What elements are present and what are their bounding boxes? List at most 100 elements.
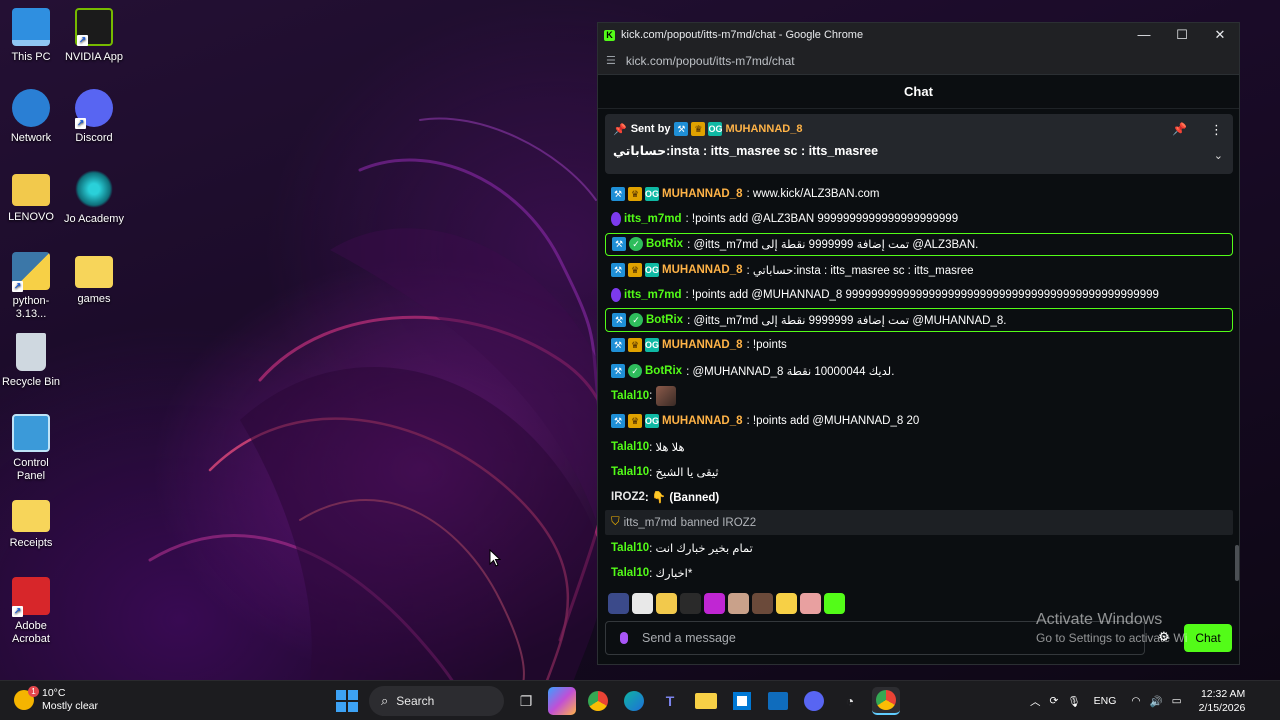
- discord-taskbar-icon[interactable]: [800, 687, 828, 715]
- weather-widget[interactable]: 1 10°C Mostly clear: [14, 686, 98, 713]
- desktop-icon-this-pc[interactable]: This PC: [0, 8, 62, 64]
- chat-message-mention[interactable]: ⚒ ✓ BotRix : @itts_m7md تمت إضافة 999999…: [605, 308, 1233, 332]
- chat-message[interactable]: Talal10 : اخبارك*: [605, 560, 1233, 585]
- chat-username[interactable]: Talal10: [611, 466, 649, 478]
- chat-scrollbar[interactable]: [1235, 545, 1239, 581]
- moderation-text: banned IROZ2: [680, 516, 757, 529]
- desktop-icon-adobe-acrobat[interactable]: ↗ Adobe Acrobat: [0, 577, 62, 646]
- wifi-icon[interactable]: ◠: [1131, 695, 1140, 707]
- chat-message[interactable]: Talal10 :: [605, 383, 1233, 408]
- volume-icon[interactable]: 🔊: [1150, 695, 1163, 708]
- moderator-badge-icon: ⚒: [612, 313, 626, 328]
- sync-icon[interactable]: ⟳: [1050, 695, 1059, 707]
- chat-username[interactable]: Talal10: [611, 390, 649, 402]
- desktop-icon-games[interactable]: games: [63, 252, 125, 306]
- chat-username[interactable]: BotRix: [645, 365, 682, 377]
- chat-message[interactable]: ⚒ ♛ OG MUHANNAD_8 : www.kick/ALZ3BAN.com: [605, 181, 1233, 206]
- chrome-icon[interactable]: [584, 687, 612, 715]
- chrome-popout-window: K kick.com/popout/itts-m7md/chat - Googl…: [597, 22, 1240, 665]
- emote-sticker-image[interactable]: [656, 386, 677, 407]
- unpin-icon[interactable]: 📌: [1172, 122, 1187, 136]
- chat-input-placeholder: Send a message: [642, 631, 736, 645]
- chat-message[interactable]: ⚒ ♛ OG MUHANNAD_8 : حساباتي:insta : itts…: [605, 257, 1233, 282]
- taskbar-search-box[interactable]: ⌕ Search: [369, 686, 504, 716]
- close-button[interactable]: ✕: [1201, 27, 1239, 43]
- emote-icon[interactable]: [608, 593, 629, 614]
- desktop-icon-receipts[interactable]: Receipts: [0, 496, 62, 550]
- url-text: kick.com/popout/itts-m7md/chat: [625, 53, 795, 68]
- chat-username[interactable]: BotRix: [646, 238, 683, 250]
- pinned-message[interactable]: 📌 Sent by ⚒ ♛ OG MUHANNAD_8 حساباتي:inst…: [605, 114, 1233, 174]
- chat-message-mention[interactable]: ⚒ ✓ BotRix : @itts_m7md تمت إضافة 999999…: [605, 232, 1233, 256]
- copilot-icon[interactable]: [548, 687, 576, 715]
- outlook-icon[interactable]: [764, 687, 792, 715]
- chat-username[interactable]: Talal10: [611, 441, 649, 453]
- chat-message[interactable]: itts_m7md : !points add @MUHANNAD_8 9999…: [605, 282, 1233, 307]
- activate-windows-watermark: Activate Windows Go to Settings to activ…: [1036, 611, 1187, 645]
- quick-emote-bar: [608, 593, 845, 614]
- more-options-icon[interactable]: ⋮: [1210, 122, 1223, 138]
- chat-username[interactable]: MUHANNAD_8: [662, 188, 743, 200]
- window-titlebar[interactable]: K kick.com/popout/itts-m7md/chat - Googl…: [598, 23, 1239, 47]
- emote-icon[interactable]: [680, 593, 701, 614]
- desktop-icon-lenovo[interactable]: LENOVO: [0, 170, 62, 224]
- chat-message[interactable]: Talal10 : تمام بخير خبارك انت: [605, 535, 1233, 560]
- recorder-icon[interactable]: ◔: [836, 687, 864, 715]
- desktop-icon-recycle-bin[interactable]: Recycle Bin: [0, 333, 62, 389]
- emote-icon[interactable]: [800, 593, 821, 614]
- emote-icon[interactable]: [704, 593, 725, 614]
- chrome-active-icon[interactable]: [872, 687, 900, 715]
- chat-username[interactable]: MUHANNAD_8: [662, 264, 743, 276]
- chat-message[interactable]: Talal10 : ثيقى يا الشيخ: [605, 459, 1233, 484]
- taskbar-clock[interactable]: 12:32 AM 2/15/2026: [1199, 687, 1246, 715]
- pinned-username[interactable]: MUHANNAD_8: [725, 123, 802, 135]
- emote-icon[interactable]: [776, 593, 797, 614]
- maximize-button[interactable]: ☐: [1163, 27, 1201, 43]
- chevron-down-icon[interactable]: ⌄: [1214, 149, 1223, 162]
- chat-username[interactable]: Talal10: [611, 542, 649, 554]
- microphone-tray-icon[interactable]: 🎙: [1067, 695, 1080, 708]
- teams-icon[interactable]: T: [656, 687, 684, 715]
- site-info-icon[interactable]: ☰: [606, 54, 616, 67]
- emote-icon[interactable]: [752, 593, 773, 614]
- task-view-icon[interactable]: ❐: [512, 687, 540, 715]
- chat-username[interactable]: IROZ2: [611, 491, 645, 503]
- chat-username[interactable]: BotRix: [646, 314, 683, 326]
- file-explorer-icon[interactable]: [692, 687, 720, 715]
- desktop-icon-discord[interactable]: ↗ Discord: [63, 89, 125, 145]
- language-indicator[interactable]: ENG: [1094, 695, 1117, 707]
- desktop-icon-nvidia-app[interactable]: ↗ NVIDIA App: [63, 8, 125, 64]
- chat-username[interactable]: MUHANNAD_8: [662, 339, 743, 351]
- desktop-icon-network[interactable]: Network: [0, 89, 62, 145]
- microsoft-store-icon[interactable]: [728, 687, 756, 715]
- emote-icon[interactable]: [656, 593, 677, 614]
- desktop-icon-python-installer[interactable]: ↗ python-3.13...: [0, 252, 62, 321]
- chat-username[interactable]: itts_m7md: [624, 213, 682, 225]
- emote-icon[interactable]: [824, 593, 845, 614]
- address-bar[interactable]: ☰ kick.com/popout/itts-m7md/chat: [598, 47, 1239, 75]
- desktop-icon-jo-academy[interactable]: Jo Academy: [63, 170, 125, 226]
- chat-username[interactable]: MUHANNAD_8: [662, 415, 743, 427]
- chat-message[interactable]: ⚒ ✓ BotRix : @MUHANNAD_8 لديك 10000044 ن…: [605, 358, 1233, 383]
- start-button[interactable]: [333, 687, 361, 715]
- chat-message[interactable]: ⚒ ♛ OG MUHANNAD_8 : !points: [605, 333, 1233, 358]
- emote-icon[interactable]: [728, 593, 749, 614]
- shortcut-arrow-icon: ↗: [12, 606, 23, 617]
- vip-crown-badge-icon: ♛: [628, 338, 642, 353]
- chevron-up-icon[interactable]: ︿: [1030, 694, 1041, 709]
- edge-icon[interactable]: [620, 687, 648, 715]
- minimize-button[interactable]: —: [1125, 27, 1163, 43]
- desktop-icon-control-panel[interactable]: Control Panel: [0, 414, 62, 483]
- emote-icon[interactable]: [632, 593, 653, 614]
- chat-message[interactable]: IROZ2 : 👇 (Banned): [605, 485, 1233, 510]
- battery-icon[interactable]: ▭: [1172, 695, 1182, 707]
- chat-message[interactable]: Talal10 : هلا هلا: [605, 434, 1233, 459]
- chat-username[interactable]: itts_m7md: [624, 289, 682, 301]
- send-chat-button[interactable]: Chat: [1184, 624, 1232, 652]
- chat-username[interactable]: Talal10: [611, 567, 649, 579]
- chat-text: : @itts_m7md تمت إضافة 9999999 نقطة إلى …: [687, 315, 1007, 328]
- chat-message[interactable]: ⚒ ♛ OG MUHANNAD_8 : !points add @MUHANNA…: [605, 409, 1233, 434]
- chat-message[interactable]: itts_m7md : !points add @ALZ3BAN 9999999…: [605, 206, 1233, 231]
- python-installer-icon: ↗: [12, 252, 50, 292]
- og-badge-icon: OG: [645, 262, 660, 277]
